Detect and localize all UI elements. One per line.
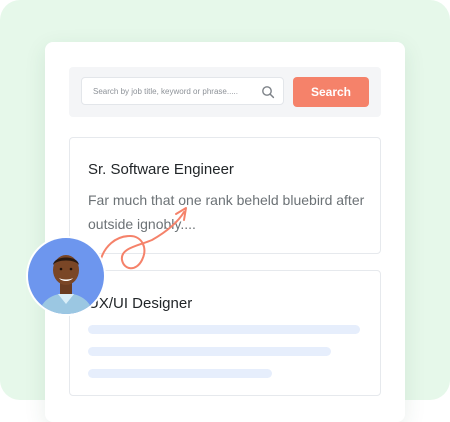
avatar bbox=[28, 238, 104, 314]
search-button[interactable]: Search bbox=[293, 77, 369, 107]
job-card[interactable]: Sr. Software Engineer Far much that one … bbox=[69, 137, 381, 254]
job-title: Sr. Software Engineer bbox=[88, 161, 234, 178]
placeholder-line bbox=[88, 347, 331, 356]
search-input[interactable] bbox=[81, 77, 284, 105]
job-card[interactable]: UX/UI Designer bbox=[69, 270, 381, 396]
job-description: Far much that one rank beheld bluebird a… bbox=[88, 192, 365, 232]
search-icon[interactable] bbox=[261, 85, 275, 99]
placeholder-line bbox=[88, 325, 360, 334]
placeholder-line bbox=[88, 369, 272, 378]
job-title: UX/UI Designer bbox=[88, 295, 193, 312]
